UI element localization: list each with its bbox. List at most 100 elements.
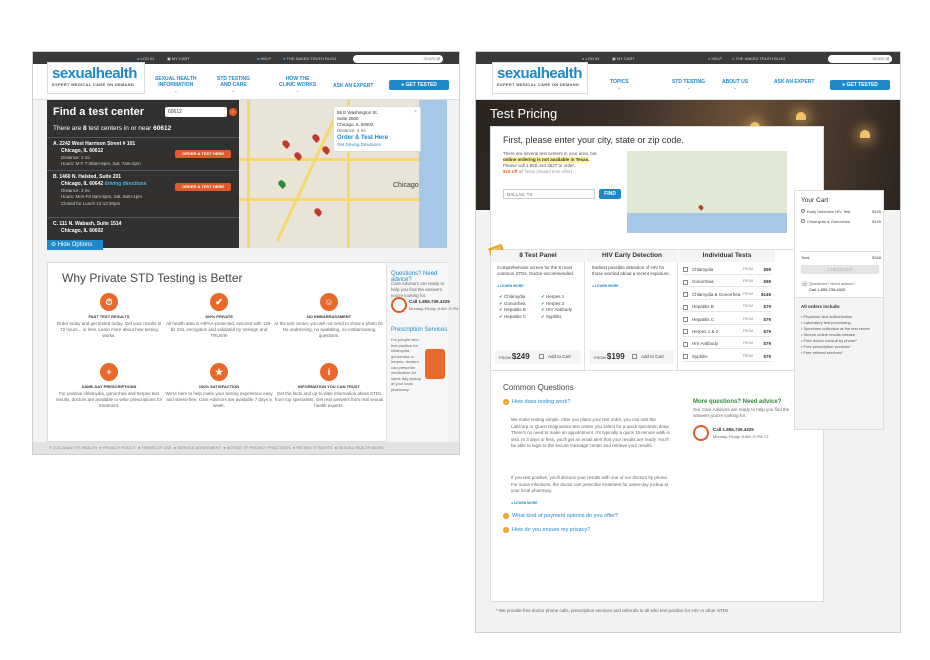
footer-link[interactable]: PRIVACY POLICY xyxy=(103,445,136,450)
center-item-b[interactable]: B. 1460 N. Halsted, Suite 201 Chicago, I… xyxy=(47,170,239,216)
footer-link[interactable]: NOTICE OF PRIVACY PRACTICES xyxy=(227,445,291,450)
map-pin[interactable] xyxy=(697,204,705,211)
check-icon: ✔ xyxy=(541,300,545,306)
call-number[interactable]: Call 1.855.739.4325 xyxy=(409,299,450,304)
footer-link[interactable]: SERVICE AGREEMENT xyxy=(177,445,221,450)
map-pin-selected[interactable] xyxy=(277,179,287,189)
map-pin[interactable] xyxy=(313,207,323,217)
footer-link[interactable]: SEXUAL HEALTH NEWS xyxy=(338,445,383,450)
learn-more-link[interactable]: ● LEARN MORE xyxy=(511,501,538,505)
close-icon[interactable]: × xyxy=(414,109,417,115)
driving-directions-link[interactable]: driving directions xyxy=(105,181,147,187)
individual-test-row[interactable]: Chlamydia & Gonorrhea FROM $149 xyxy=(683,289,771,300)
check-icon: ✔ xyxy=(499,300,503,306)
add-to-cart-checkbox[interactable]: Add to Cart xyxy=(539,350,571,364)
search-icon[interactable]: ⚲ xyxy=(886,55,889,63)
logo[interactable]: sexualhealth EXPERT MEDICAL CARE ON DEMA… xyxy=(492,62,588,94)
popup-directions-link[interactable]: Get Driving Directions xyxy=(337,142,417,147)
logo[interactable]: sexualhealth EXPERT MEDICAL CARE ON DEMA… xyxy=(47,62,145,94)
nav-std-testing[interactable]: STD TESTING ⌄ xyxy=(672,79,705,91)
learn-more-link[interactable]: ● LEARN MORE xyxy=(497,284,524,288)
learn-more-link[interactable]: ● LEARN MORE xyxy=(592,284,619,288)
checkout-button[interactable]: CHECKOUT xyxy=(801,265,879,274)
test-checkbox[interactable] xyxy=(683,354,688,360)
footnote: * We provide free doctor phone calls, pr… xyxy=(496,608,729,613)
search-go-button[interactable]: › xyxy=(229,108,237,116)
us-map[interactable] xyxy=(627,151,787,233)
cart-item[interactable]: Chlamydia & Gonorrhea $149 xyxy=(801,219,881,224)
test-checkbox[interactable] xyxy=(683,341,688,347)
feature-trusted-information: i INFORMATION YOU CAN TRUST Get the facts … xyxy=(274,363,384,409)
center-item-c[interactable]: C. 111 N. Wabash, Suite 1514 Chicago, IL… xyxy=(47,217,239,237)
finder-count: There are 8 test centers in or near 6061… xyxy=(53,125,172,132)
individual-test-row[interactable]: Hepatitis C FROM $79 xyxy=(683,314,771,325)
prescription-heading[interactable]: Prescription Services xyxy=(391,327,447,333)
help-link[interactable]: ● HELP xyxy=(708,56,722,61)
help-link[interactable]: ● HELP xyxy=(257,56,271,61)
add-to-cart-checkbox[interactable]: Add to Cart xyxy=(632,350,664,364)
find-button[interactable]: FIND xyxy=(599,189,621,199)
map-pin[interactable] xyxy=(281,139,291,149)
faq-question-payment[interactable]: › What kind of payment options do you off… xyxy=(503,513,618,519)
search-input[interactable]: SEARCH ⚲ xyxy=(353,55,443,63)
faq-answer: If you test positive, you'll discuss you… xyxy=(511,475,669,493)
order-test-here-button[interactable]: ORDER & TEST HERE xyxy=(175,183,231,191)
chevron-right-icon: › xyxy=(503,527,509,533)
call-number[interactable]: Call 1.855.739.4325 xyxy=(713,427,754,432)
order-test-here-button[interactable]: ORDER & TEST HERE xyxy=(175,150,231,158)
cart-item[interactable]: Early Detection HIV Test $199 xyxy=(801,209,881,214)
test-checkbox[interactable] xyxy=(683,267,688,273)
panel-title: HIV Early Detection xyxy=(586,250,678,262)
blog-link[interactable]: ● THE NAKED TRUTH BLOG xyxy=(732,56,785,61)
faq-question-testing[interactable]: ⌄ How does testing work? xyxy=(503,399,570,405)
remove-icon[interactable] xyxy=(801,209,805,213)
cart-link[interactable]: ▣ MY CART xyxy=(167,56,190,61)
test-checkbox[interactable] xyxy=(683,279,688,285)
footer-link[interactable]: TERMS OF USE xyxy=(141,445,171,450)
individual-test-row[interactable]: Hepatitis B FROM $79 xyxy=(683,301,771,313)
location-input[interactable]: DALLAS, TX xyxy=(503,189,595,199)
medal-icon: ★ xyxy=(210,363,228,381)
nav-about-us[interactable]: ABOUT US ⌄ xyxy=(722,79,748,91)
individual-test-row[interactable]: HIV Antibody FROM $79 xyxy=(683,338,771,350)
individual-test-row[interactable]: Gonorrhea FROM $99 xyxy=(683,276,771,288)
remove-icon[interactable] xyxy=(801,219,805,223)
get-tested-button[interactable]: ● GET TESTED xyxy=(830,80,890,90)
center-item-a[interactable]: A. 2242 West Harrison Street # 101 Chica… xyxy=(47,137,239,169)
get-tested-button[interactable]: ● GET TESTED xyxy=(389,80,449,90)
individual-test-row[interactable]: Herpes 1 & 2 FROM $79 xyxy=(683,326,771,337)
search-input[interactable]: SEARCH ⚲ xyxy=(828,55,892,63)
nav-how-clinic-works[interactable]: HOW THE CLINIC WORKS ⌄ xyxy=(279,76,316,94)
nav-std-testing[interactable]: STD TESTING AND CARE ⌄ xyxy=(217,76,250,94)
map-pin[interactable] xyxy=(321,145,331,155)
test-checkbox[interactable] xyxy=(683,292,688,298)
nav-topics[interactable]: TOPICS ⌄ xyxy=(610,79,629,91)
hide-options-button[interactable]: ⊖ Hide Options xyxy=(47,240,103,250)
search-icon[interactable]: ⚲ xyxy=(437,55,440,63)
map-city-label: Chicago xyxy=(393,182,419,189)
test-checkbox[interactable] xyxy=(683,316,688,322)
nav-sexual-health-information[interactable]: SEXUAL HEALTH INFORMATION ⌄ xyxy=(155,76,196,94)
nav-ask-an-expert[interactable]: ASK AN EXPERT xyxy=(333,83,373,89)
cart-link[interactable]: ▣ MY CART xyxy=(612,56,635,61)
test-checkbox[interactable] xyxy=(683,329,688,335)
footer-link[interactable]: PATIENT'S RIGHTS xyxy=(296,445,332,450)
faq-question-privacy[interactable]: › How do you ensure my privacy? xyxy=(503,527,590,533)
logo-wordmark: sexualhealth xyxy=(52,65,137,82)
map-pin[interactable] xyxy=(311,133,321,143)
zip-input[interactable]: 60612 xyxy=(165,107,227,117)
nav-ask-an-expert[interactable]: ASK AN EXPERT xyxy=(774,79,814,85)
minus-icon: ⊖ xyxy=(51,242,57,248)
included-service-item: • Free referral services* xyxy=(801,350,843,355)
popup-order-link[interactable]: Order & Test Here xyxy=(337,134,417,142)
individual-test-row[interactable]: Syphilis FROM $79 xyxy=(683,351,771,362)
chevron-down-icon: ⌄ xyxy=(617,85,621,90)
feature-no-embarrassment: ☺ NO EMBARRASSMENT At the test center, you… xyxy=(274,293,384,339)
sidebar: Questions? Need advice? Care Advisors ar… xyxy=(386,263,459,443)
login-link[interactable]: ● LOG IN xyxy=(582,56,599,61)
test-checkbox[interactable] xyxy=(683,304,688,310)
login-link[interactable]: ● LOG IN xyxy=(137,56,154,61)
panel-tests-left: ✔ Chlamydia ✔ Gonorrhea ✔ Hepatitis B ✔ … xyxy=(499,294,527,319)
blog-link[interactable]: ● THE NAKED TRUTH BLOG xyxy=(283,56,336,61)
individual-test-row[interactable]: Chlamydia FROM $99 xyxy=(683,264,771,275)
